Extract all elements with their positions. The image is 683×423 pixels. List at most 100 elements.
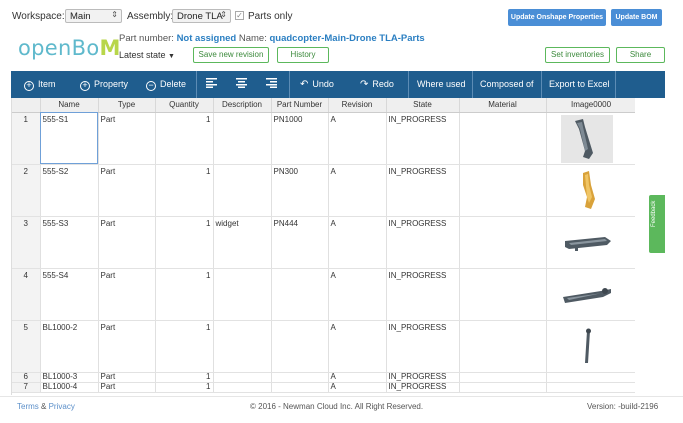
- state-cell[interactable]: IN_PROGRESS: [386, 112, 460, 165]
- quantity-cell[interactable]: 1: [155, 112, 214, 165]
- type-cell[interactable]: Part: [98, 372, 156, 383]
- delete-button[interactable]: − Delete: [146, 71, 186, 98]
- material-cell[interactable]: [459, 112, 547, 165]
- name-cell[interactable]: BL1000-3: [40, 372, 99, 383]
- update-bom-button[interactable]: Update BOM: [611, 9, 662, 26]
- name-cell[interactable]: 555-S4: [40, 268, 99, 321]
- material-cell[interactable]: [459, 268, 547, 321]
- description-cell[interactable]: [213, 382, 272, 393]
- add-property-button[interactable]: + Property: [80, 71, 128, 98]
- quantity-cell[interactable]: 1: [155, 216, 214, 269]
- revision-cell[interactable]: A: [328, 372, 387, 383]
- state-cell[interactable]: IN_PROGRESS: [386, 216, 460, 269]
- part-number-cell[interactable]: [271, 372, 329, 383]
- name-cell[interactable]: BL1000-2: [40, 320, 99, 373]
- revision-cell[interactable]: A: [328, 216, 387, 269]
- quantity-cell[interactable]: 1: [155, 268, 214, 321]
- image-cell[interactable]: [546, 320, 635, 373]
- image-cell[interactable]: [546, 372, 635, 383]
- state-cell[interactable]: IN_PROGRESS: [386, 382, 460, 393]
- share-button[interactable]: Share: [616, 47, 665, 63]
- column-header-material[interactable]: Material: [459, 98, 547, 113]
- description-cell[interactable]: [213, 320, 272, 373]
- part-number-cell[interactable]: [271, 268, 329, 321]
- composed-of-button[interactable]: Composed of: [480, 71, 534, 98]
- description-cell[interactable]: widget: [213, 216, 272, 269]
- table-row[interactable]: 7 BL1000-4 Part 1 A IN_PROGRESS: [12, 382, 635, 393]
- table-row[interactable]: 6 BL1000-3 Part 1 A IN_PROGRESS: [12, 372, 635, 383]
- align-left-button[interactable]: [206, 71, 217, 98]
- material-cell[interactable]: [459, 372, 547, 383]
- name-cell[interactable]: 555-S2: [40, 164, 99, 217]
- part-number-cell[interactable]: PN1000: [271, 112, 329, 165]
- name-cell[interactable]: 555-S3: [40, 216, 99, 269]
- column-header-part-number[interactable]: Part Number: [271, 98, 329, 113]
- terms-link[interactable]: Terms: [17, 402, 39, 411]
- name-cell[interactable]: 555-S1: [40, 112, 99, 165]
- revision-cell[interactable]: A: [328, 112, 387, 165]
- redo-button[interactable]: ↷ Redo: [360, 71, 394, 98]
- column-header-name[interactable]: Name: [40, 98, 99, 113]
- add-item-button[interactable]: + Item: [24, 71, 56, 98]
- column-header-type[interactable]: Type: [98, 98, 156, 113]
- save-new-revision-button[interactable]: Save new revision: [193, 47, 269, 63]
- workspace-select[interactable]: Main ⇕: [65, 9, 122, 23]
- bom-name-value[interactable]: quadcopter-Main-Drone TLA-Parts: [269, 33, 424, 44]
- name-cell[interactable]: BL1000-4: [40, 382, 99, 393]
- table-row[interactable]: 1 555-S1 Part 1 PN1000 A IN_PROGRESS: [12, 112, 635, 165]
- part-number-cell[interactable]: [271, 382, 329, 393]
- column-header-quantity[interactable]: Quantity: [155, 98, 214, 113]
- state-cell[interactable]: IN_PROGRESS: [386, 372, 460, 383]
- type-cell[interactable]: Part: [98, 320, 156, 373]
- material-cell[interactable]: [459, 320, 547, 373]
- description-cell[interactable]: [213, 112, 272, 165]
- state-cell[interactable]: IN_PROGRESS: [386, 268, 460, 321]
- quantity-cell[interactable]: 1: [155, 382, 214, 393]
- set-inventories-button[interactable]: Set inventories: [545, 47, 610, 63]
- privacy-link[interactable]: Privacy: [49, 402, 75, 411]
- revision-cell[interactable]: A: [328, 382, 387, 393]
- part-number-cell[interactable]: [271, 320, 329, 373]
- revision-cell[interactable]: A: [328, 268, 387, 321]
- type-cell[interactable]: Part: [98, 112, 156, 165]
- part-number-cell[interactable]: PN300: [271, 164, 329, 217]
- quantity-cell[interactable]: 1: [155, 372, 214, 383]
- part-number-value[interactable]: Not assigned: [177, 33, 237, 44]
- state-cell[interactable]: IN_PROGRESS: [386, 164, 460, 217]
- revision-cell[interactable]: A: [328, 164, 387, 217]
- quantity-cell[interactable]: 1: [155, 320, 214, 373]
- part-number-cell[interactable]: PN444: [271, 216, 329, 269]
- undo-button[interactable]: ↶ Undo: [300, 71, 334, 98]
- export-to-excel-button[interactable]: Export to Excel: [549, 71, 610, 98]
- image-cell[interactable]: [546, 216, 635, 269]
- column-header-revision[interactable]: Revision: [328, 98, 387, 113]
- table-row[interactable]: 2 555-S2 Part 1 PN300 A IN_PROGRESS: [12, 164, 635, 217]
- feedback-tab[interactable]: Feedback: [649, 195, 665, 253]
- where-used-button[interactable]: Where used: [417, 71, 466, 98]
- latest-state-dropdown[interactable]: Latest state ▼: [119, 50, 175, 60]
- table-row[interactable]: 3 555-S3 Part 1 widget PN444 A IN_PROGRE…: [12, 216, 635, 269]
- table-row[interactable]: 4 555-S4 Part 1 A IN_PROGRESS: [12, 268, 635, 321]
- column-header-state[interactable]: State: [386, 98, 460, 113]
- align-right-button[interactable]: [266, 71, 277, 98]
- type-cell[interactable]: Part: [98, 382, 156, 393]
- type-cell[interactable]: Part: [98, 164, 156, 217]
- image-cell[interactable]: [546, 164, 635, 217]
- description-cell[interactable]: [213, 372, 272, 383]
- history-button[interactable]: History: [277, 47, 329, 63]
- image-cell[interactable]: [546, 382, 635, 393]
- align-center-button[interactable]: [236, 71, 247, 98]
- parts-only-checkbox[interactable]: ✓: [235, 11, 244, 20]
- description-cell[interactable]: [213, 268, 272, 321]
- column-header-description[interactable]: Description: [213, 98, 272, 113]
- type-cell[interactable]: Part: [98, 268, 156, 321]
- table-row[interactable]: 5 BL1000-2 Part 1 A IN_PROGRESS: [12, 320, 635, 373]
- image-cell[interactable]: [546, 112, 635, 165]
- assembly-select[interactable]: Drone TLA ⇕: [172, 9, 231, 23]
- material-cell[interactable]: [459, 382, 547, 393]
- image-cell[interactable]: [546, 268, 635, 321]
- material-cell[interactable]: [459, 216, 547, 269]
- revision-cell[interactable]: A: [328, 320, 387, 373]
- column-header-image[interactable]: Image0000: [546, 98, 635, 113]
- state-cell[interactable]: IN_PROGRESS: [386, 320, 460, 373]
